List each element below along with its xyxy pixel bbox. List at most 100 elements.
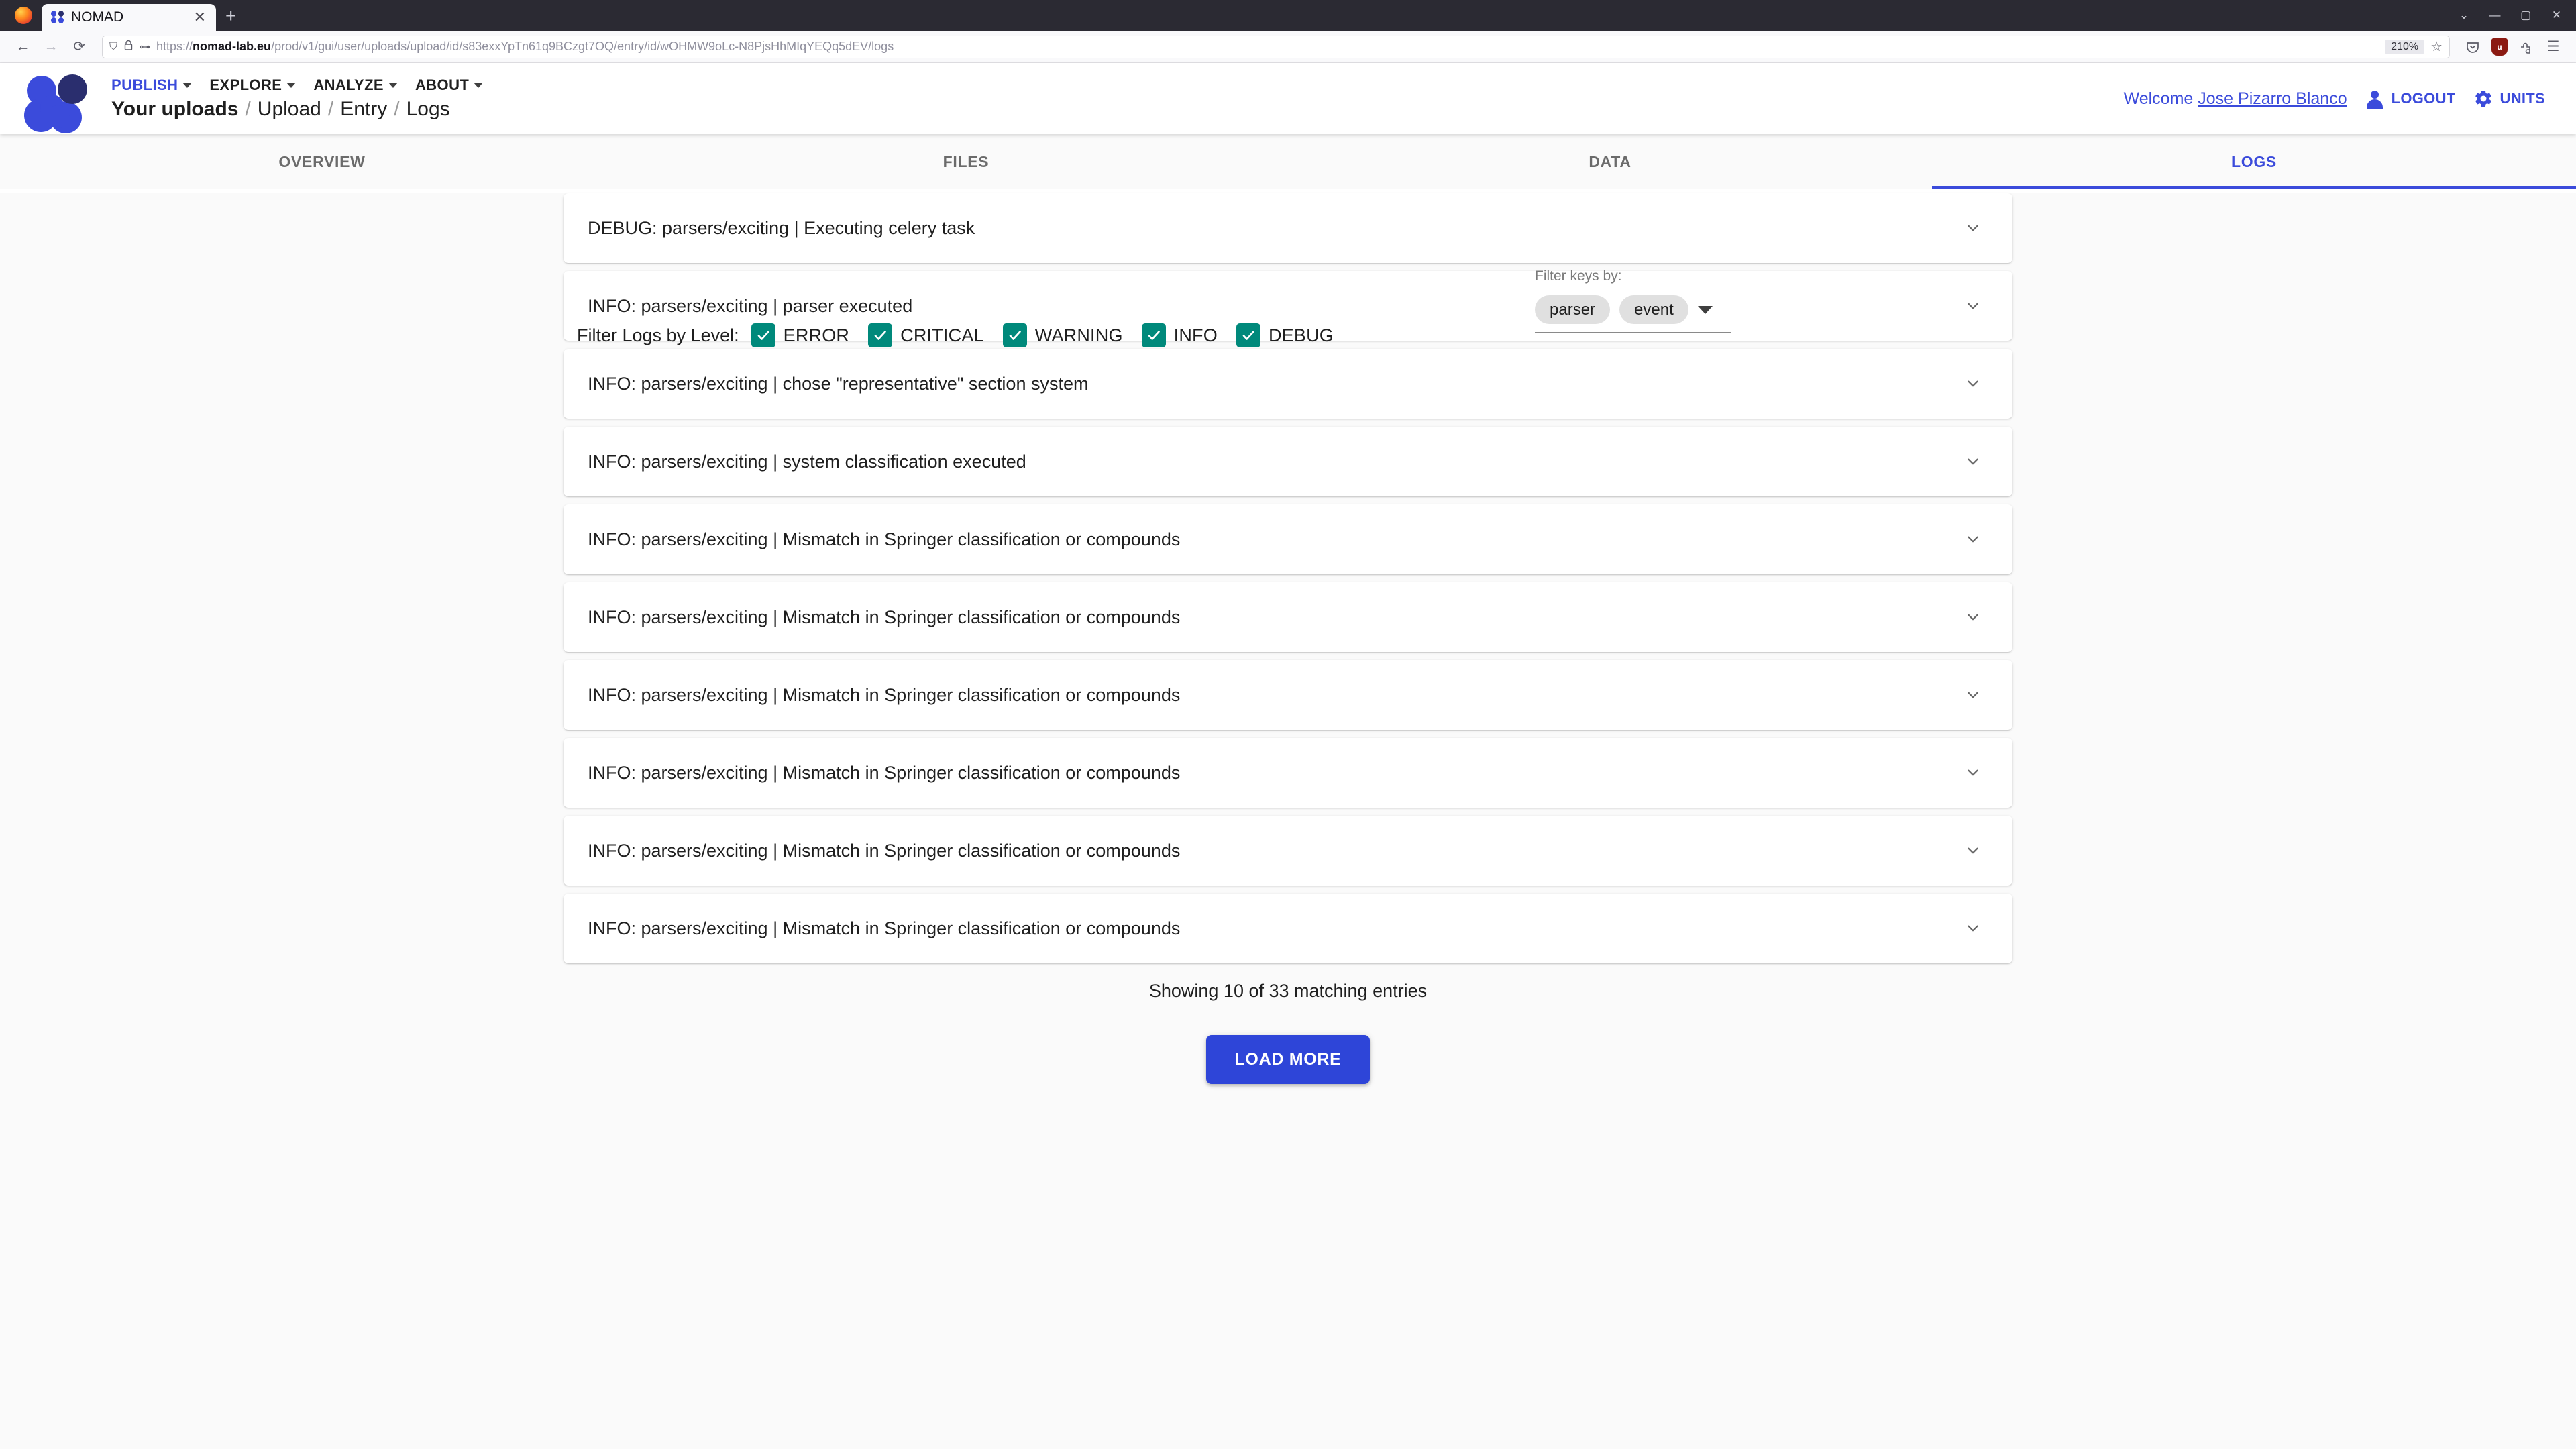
pocket-icon[interactable] [2461,36,2485,58]
nav-item-publish-label: PUBLISH [111,76,178,93]
nomad-favicon-icon [51,11,64,24]
nav-item-explore[interactable]: EXPLORE [209,76,297,94]
chevron-down-icon[interactable] [1962,917,1984,940]
chevron-down-icon[interactable] [474,83,484,88]
checkbox-error-label: ERROR [783,325,850,345]
breadcrumb-separator: / [245,98,251,120]
log-entry-row[interactable]: INFO: parsers/exciting | chose "represen… [564,349,2012,419]
chevron-down-icon[interactable] [286,83,297,88]
nav-item-publish[interactable]: PUBLISH [111,76,193,94]
lock-icon [123,40,133,54]
close-icon[interactable]: ✕ [191,9,209,26]
tab-data[interactable]: DATA [1288,134,1932,189]
url-domain: nomad-lab.eu [193,40,272,53]
welcome-prefix: Welcome [2123,89,2198,108]
log-entry-text: INFO: parsers/exciting | chose "represen… [588,373,1089,394]
checkbox-info[interactable]: INFO [1141,323,1218,347]
units-label: UNITS [2500,90,2545,107]
permissions-icon[interactable]: ⊶ [140,40,150,54]
nav-item-explore-label: EXPLORE [209,76,282,93]
checkbox-warning[interactable]: WARNING [1002,323,1123,347]
minimize-icon[interactable]: — [2479,5,2510,25]
browser-toolbar-actions: u ☰ [2461,36,2565,58]
keys-filter-select[interactable]: parser event [1535,295,1731,333]
nav-item-about-label: ABOUT [415,76,470,93]
header-left: PUBLISH EXPLORE ANALYZE ABOUT Your uploa… [111,76,500,121]
keys-filter-group: Filter keys by: parser event [1535,268,1736,333]
chevron-down-icon[interactable] [1962,684,1984,706]
tab-logs[interactable]: LOGS [1932,134,2576,189]
extensions-icon[interactable] [2514,36,2538,58]
breadcrumb-logs[interactable]: Logs [407,98,450,121]
log-entry-row[interactable]: INFO: parsers/exciting | Mismatch in Spr… [564,894,2012,963]
chevron-down-icon[interactable] [1962,372,1984,395]
browser-tab-nomad[interactable]: NOMAD ✕ [42,4,216,31]
tab-files[interactable]: FILES [644,134,1288,189]
forward-icon[interactable]: → [39,36,63,58]
url-bar[interactable]: ⛉ ⊶ https://nomad-lab.eu/prod/v1/gui/use… [102,35,2450,58]
reload-icon[interactable]: ⟳ [67,36,91,58]
chevron-down-icon[interactable] [1962,294,1984,317]
breadcrumb-separator: / [327,98,334,120]
log-entry-row[interactable]: INFO: parsers/exciting | Mismatch in Spr… [564,738,2012,808]
log-entry-row[interactable]: INFO: parsers/exciting | Mismatch in Spr… [564,582,2012,652]
gear-icon [2473,89,2493,109]
back-icon[interactable]: ← [11,36,35,58]
load-more-button[interactable]: LOAD MORE [1206,1035,1370,1084]
chip-event[interactable]: event [1619,295,1688,325]
account-circle-icon [2365,89,2385,109]
welcome-message: Welcome Jose Pizarro Blanco [2124,89,2347,109]
logout-button[interactable]: LOGOUT [2365,89,2456,109]
window-close-icon[interactable]: ✕ [2541,5,2572,25]
checkmark-icon [1141,323,1166,347]
log-entry-row[interactable]: INFO: parsers/exciting | Mismatch in Spr… [564,660,2012,730]
browser-menu-icon[interactable]: ☰ [2541,36,2565,58]
chevron-down-icon[interactable] [388,83,398,88]
log-entry-row[interactable]: DEBUG: parsers/exciting | Executing cele… [564,193,2012,263]
level-filter-label: Filter Logs by Level: [577,325,739,345]
load-more-wrap: LOAD MORE [0,1035,2576,1084]
checkbox-critical[interactable]: CRITICAL [868,323,984,347]
url-text: https://nomad-lab.eu/prod/v1/gui/user/up… [156,40,2379,54]
showing-count-text: Showing 10 of 33 matching entries [1148,981,1428,1001]
log-entry-text: INFO: parsers/exciting | Mismatch in Spr… [588,684,1181,705]
checkbox-debug-label: DEBUG [1268,325,1334,345]
nav-item-analyze[interactable]: ANALYZE [313,76,398,94]
chevron-down-icon[interactable] [1697,305,1713,314]
chevron-down-icon[interactable] [1962,761,1984,784]
new-tab-icon[interactable]: + [216,7,247,31]
checkbox-debug[interactable]: DEBUG [1236,323,1334,347]
chevron-down-icon[interactable] [182,83,193,88]
bookmark-star-icon[interactable]: ☆ [2430,38,2443,55]
nomad-logo-icon[interactable] [23,66,95,133]
zoom-level-badge[interactable]: 210% [2385,39,2425,54]
chevron-down-icon[interactable] [1962,606,1984,629]
breadcrumb-upload[interactable]: Upload [258,98,321,121]
log-entry-row[interactable]: INFO: parsers/exciting | system classifi… [564,427,2012,496]
breadcrumb-your-uploads[interactable]: Your uploads [111,98,238,121]
maximize-icon[interactable]: ▢ [2510,5,2541,25]
ublock-origin-icon[interactable]: u [2487,36,2512,58]
chevron-down-icon[interactable] [1962,528,1984,551]
checkbox-error[interactable]: ERROR [751,323,850,347]
tab-files-label: FILES [943,152,989,170]
chip-parser[interactable]: parser [1535,295,1611,325]
checkbox-warning-label: WARNING [1034,325,1123,345]
log-entry-row[interactable]: INFO: parsers/exciting | Mismatch in Spr… [564,816,2012,885]
keys-filter-label: Filter keys by: [1535,268,1622,284]
log-entry-text: INFO: parsers/exciting | Mismatch in Spr… [588,762,1181,783]
breadcrumb-entry[interactable]: Entry [340,98,387,121]
shield-icon[interactable]: ⛉ [109,41,117,53]
entry-tabbar: OVERVIEW FILES DATA LOGS [0,134,2576,189]
chevron-down-icon[interactable] [1962,839,1984,862]
nav-item-about[interactable]: ABOUT [415,76,484,94]
chevron-down-icon[interactable] [1962,450,1984,473]
chevron-down-icon[interactable] [1962,217,1984,239]
checkbox-info-label: INFO [1173,325,1218,345]
restore-down-icon[interactable]: ⌄ [2449,5,2479,25]
tab-overview[interactable]: OVERVIEW [0,134,644,189]
window-controls: ⌄ — ▢ ✕ [2449,5,2576,31]
log-entry-row[interactable]: INFO: parsers/exciting | Mismatch in Spr… [564,504,2012,574]
units-button[interactable]: UNITS [2473,89,2546,109]
user-name-link[interactable]: Jose Pizarro Blanco [2198,89,2347,108]
